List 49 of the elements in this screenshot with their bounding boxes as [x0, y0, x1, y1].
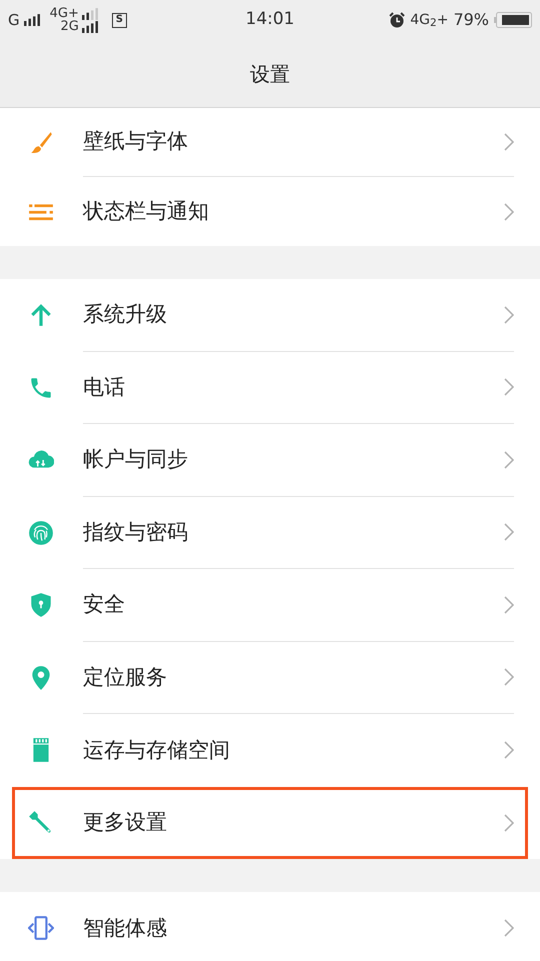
- alarm-clock-icon: [389, 12, 406, 28]
- item-label: 电话: [83, 374, 126, 400]
- chevron-right-icon: [504, 814, 514, 832]
- chevron-right-icon: [504, 523, 514, 542]
- page-title: 设置: [250, 60, 290, 88]
- fingerprint-icon: [28, 520, 54, 546]
- item-label: 更多设置: [83, 809, 168, 836]
- settings-item[interactable]: 运存与存储空间: [0, 714, 540, 786]
- chevron-right-icon: [504, 306, 514, 324]
- paintbrush-icon: [28, 130, 54, 156]
- settings-item[interactable]: 定位服务: [0, 642, 540, 714]
- item-label: 智能体感: [83, 914, 168, 942]
- settings-item[interactable]: 系统升级: [0, 279, 540, 352]
- tilting-phone-icon: [28, 915, 54, 942]
- chevron-right-icon: [504, 202, 514, 220]
- item-label: 帐户与同步: [83, 446, 189, 473]
- item-label: 系统升级: [83, 301, 168, 328]
- item-label: 状态栏与通知: [83, 198, 210, 225]
- chevron-right-icon: [504, 668, 514, 686]
- battery-label: 79%: [453, 9, 489, 31]
- signal-icon: [82, 8, 100, 20]
- item-label: 壁纸与字体: [83, 128, 189, 156]
- clock: 14:01: [246, 8, 294, 32]
- signal-icon: [82, 20, 100, 32]
- item-label: 指纹与密码: [83, 518, 189, 546]
- chevron-right-icon: [504, 919, 514, 938]
- sim-badge: S: [112, 12, 127, 28]
- signal-label: G: [8, 10, 20, 31]
- settings-item[interactable]: 更多设置: [12, 786, 528, 859]
- chevron-right-icon: [504, 133, 514, 151]
- settings-item[interactable]: 电话: [0, 352, 540, 424]
- chevron-right-icon: [504, 450, 514, 469]
- item-label: 定位服务: [83, 664, 168, 690]
- battery-icon: [494, 12, 532, 28]
- settings-item[interactable]: 壁纸与字体: [0, 108, 540, 177]
- settings-item[interactable]: 智能体感: [0, 892, 540, 961]
- item-label: 安全: [83, 591, 126, 618]
- settings-item[interactable]: 状态栏与通知: [0, 177, 540, 246]
- item-label: 运存与存储空间: [83, 736, 231, 764]
- network-label: 2G: [60, 20, 79, 33]
- chevron-right-icon: [504, 741, 514, 760]
- network-label: 4G+: [50, 7, 79, 20]
- chevron-right-icon: [504, 596, 514, 614]
- settings-item[interactable]: 帐户与同步: [0, 424, 540, 496]
- settings-item[interactable]: 安全: [0, 569, 540, 642]
- network-label: 4G$_{2}$+: [410, 10, 448, 30]
- signal-icon: [24, 14, 42, 26]
- settings-item[interactable]: 指纹与密码: [0, 496, 540, 569]
- chevron-right-icon: [504, 378, 514, 396]
